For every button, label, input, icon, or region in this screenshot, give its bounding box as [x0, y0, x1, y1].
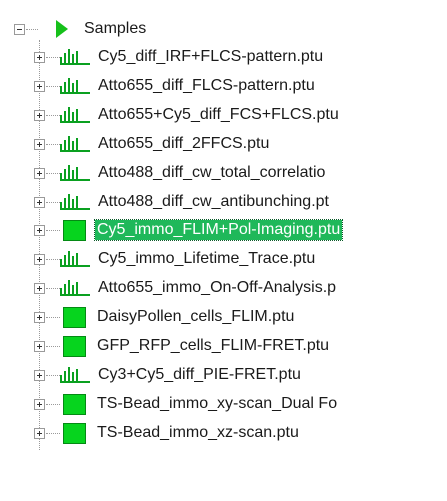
connector-line: [46, 288, 60, 289]
green-square-icon: [63, 393, 86, 415]
expand-toggle[interactable]: [34, 52, 45, 63]
tree-item[interactable]: Cy5_immo_FLIM+Pol-Imaging.ptu: [60, 216, 344, 244]
root-connector-line: [26, 29, 38, 30]
tree-item[interactable]: GFP_RFP_cells_FLIM-FRET.ptu: [60, 332, 331, 360]
tree-item-label: Atto488_diff_cw_antibunching.pt: [98, 193, 329, 210]
tree-item[interactable]: Atto655_diff_2FFCS.ptu: [60, 130, 271, 158]
connector-line: [46, 115, 60, 116]
connector-line: [46, 173, 60, 174]
green-square-icon: [63, 422, 86, 444]
green-square-icon: [63, 335, 86, 357]
tree-root-samples[interactable]: Samples: [56, 15, 148, 43]
connector-line: [46, 202, 60, 203]
expand-toggle[interactable]: [34, 312, 45, 323]
tree-item-label: Cy5_diff_IRF+FLCS-pattern.ptu: [98, 48, 324, 65]
tree-item-label: Cy5_immo_Lifetime_Trace.ptu: [98, 250, 316, 267]
root-collapse-toggle[interactable]: [14, 24, 25, 35]
tree-item-label: DaisyPollen_cells_FLIM.ptu: [97, 308, 295, 325]
tree-item-label: Cy3+Cy5_diff_PIE-FRET.ptu: [98, 366, 301, 383]
connector-line: [46, 404, 60, 405]
connector-line: [46, 57, 60, 58]
expand-toggle[interactable]: [34, 139, 45, 150]
histogram-icon: [60, 136, 90, 152]
histogram-icon: [60, 49, 90, 65]
tree-item[interactable]: Atto655_immo_On-Off-Analysis.p: [60, 274, 338, 302]
children-guide-line: [39, 40, 40, 450]
histogram-icon: [60, 107, 90, 123]
tree-item[interactable]: Cy5_diff_IRF+FLCS-pattern.ptu: [60, 43, 325, 71]
connector-line: [46, 433, 60, 434]
tree-item-label: TS-Bead_immo_xy-scan_Dual Fo: [97, 395, 338, 412]
histogram-icon: [60, 78, 90, 94]
expand-toggle[interactable]: [34, 81, 45, 92]
green-square-icon: [63, 219, 86, 241]
connector-line: [46, 317, 60, 318]
connector-line: [46, 144, 60, 145]
histogram-icon: [60, 251, 90, 267]
expand-toggle[interactable]: [34, 225, 45, 236]
expand-toggle[interactable]: [34, 370, 45, 381]
tree-item[interactable]: Atto488_diff_cw_antibunching.pt: [60, 188, 331, 216]
tree-item-label: Cy5_immo_FLIM+Pol-Imaging.ptu: [93, 219, 344, 241]
connector-line: [46, 86, 60, 87]
histogram-icon: [60, 165, 90, 181]
tree-item[interactable]: TS-Bead_immo_xz-scan.ptu: [60, 419, 301, 447]
expand-toggle[interactable]: [34, 283, 45, 294]
histogram-icon: [60, 367, 90, 383]
tree-item-label: Atto655_diff_FLCS-pattern.ptu: [98, 77, 315, 94]
tree-root-label: Samples: [84, 20, 147, 37]
connector-line: [46, 259, 60, 260]
histogram-icon: [60, 280, 90, 296]
tree-item[interactable]: DaisyPollen_cells_FLIM.ptu: [60, 303, 296, 331]
tree-item[interactable]: Atto655_diff_FLCS-pattern.ptu: [60, 72, 317, 100]
expand-toggle[interactable]: [34, 341, 45, 352]
expand-toggle[interactable]: [34, 168, 45, 179]
green-square-icon: [63, 306, 86, 328]
histogram-icon: [60, 194, 90, 210]
green-triangle-icon: [56, 20, 68, 38]
connector-line: [46, 346, 60, 347]
connector-line: [46, 230, 60, 231]
tree-item-label: Atto655+Cy5_diff_FCS+FLCS.ptu: [98, 106, 339, 123]
tree-item[interactable]: Cy3+Cy5_diff_PIE-FRET.ptu: [60, 361, 303, 389]
expand-toggle[interactable]: [34, 254, 45, 265]
tree-item[interactable]: TS-Bead_immo_xy-scan_Dual Fo: [60, 390, 339, 418]
tree-item-label: GFP_RFP_cells_FLIM-FRET.ptu: [97, 337, 330, 354]
tree-item[interactable]: Atto655+Cy5_diff_FCS+FLCS.ptu: [60, 101, 341, 129]
tree-item-label: Atto655_diff_2FFCS.ptu: [98, 135, 270, 152]
tree-item-label: Atto488_diff_cw_total_correlatio: [98, 164, 326, 181]
expand-toggle[interactable]: [34, 197, 45, 208]
expand-toggle[interactable]: [34, 110, 45, 121]
tree-item-label: Atto655_immo_On-Off-Analysis.p: [98, 279, 337, 296]
expand-toggle[interactable]: [34, 428, 45, 439]
expand-toggle[interactable]: [34, 399, 45, 410]
connector-line: [46, 375, 60, 376]
tree-item[interactable]: Atto488_diff_cw_total_correlatio: [60, 159, 327, 187]
file-tree: Samples Cy5_diff_IRF+FLCS-pattern.ptu Att…: [0, 0, 447, 501]
tree-item[interactable]: Cy5_immo_Lifetime_Trace.ptu: [60, 245, 317, 273]
tree-item-label: TS-Bead_immo_xz-scan.ptu: [97, 424, 299, 441]
